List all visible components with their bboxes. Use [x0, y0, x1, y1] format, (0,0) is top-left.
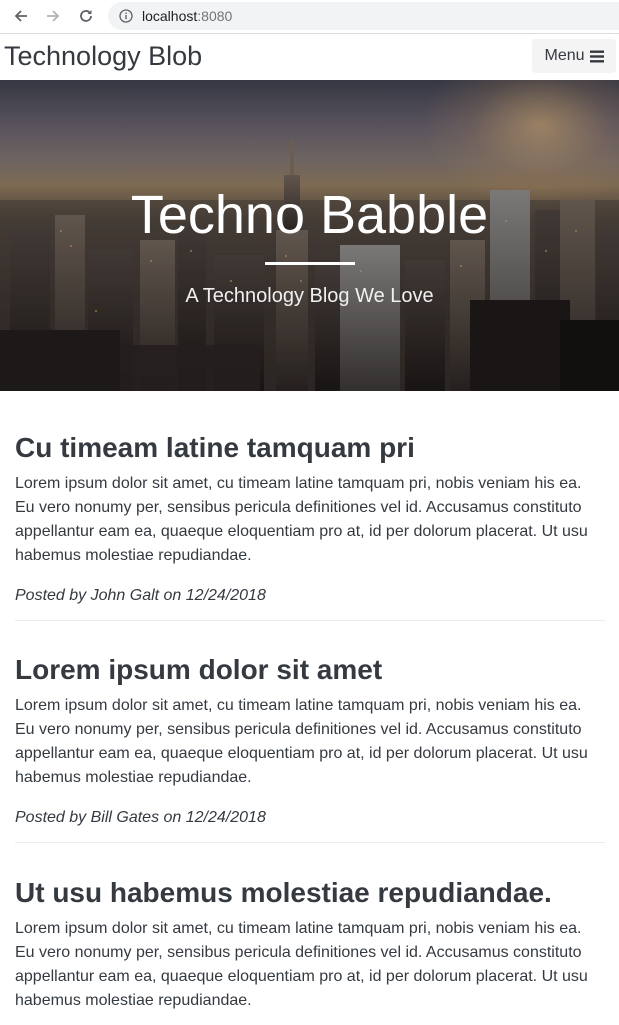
post-title[interactable]: Cu timeam latine tamquam pri — [15, 432, 605, 464]
back-arrow-icon[interactable] — [11, 6, 31, 26]
post-list: Cu timeam latine tamquam pri Lorem ipsum… — [15, 391, 605, 1025]
hamburger-icon — [589, 50, 604, 62]
post-excerpt: Lorem ipsum dolor sit amet, cu timeam la… — [15, 475, 588, 564]
menu-button[interactable]: Menu — [532, 39, 616, 73]
menu-label: Menu — [544, 47, 585, 64]
browser-toolbar: localhost:8080 — [0, 0, 619, 34]
address-bar[interactable]: localhost:8080 — [108, 2, 619, 30]
hero-subtitle: A Technology Blog We Love — [185, 285, 434, 307]
hero-divider — [265, 262, 355, 265]
site-navbar: Technology Blob Menu — [0, 34, 619, 80]
url-text: localhost:8080 — [142, 8, 232, 24]
post-meta: Posted by Bill Gates on 12/24/2018 — [15, 809, 266, 826]
url-host: localhost — [142, 8, 198, 24]
post-preview[interactable]: Ut usu habemus molestiae repudiandae. Lo… — [15, 843, 605, 1025]
post-title[interactable]: Ut usu habemus molestiae repudiandae. — [15, 877, 605, 909]
post-preview[interactable]: Cu timeam latine tamquam pri Lorem ipsum… — [15, 391, 605, 621]
post-preview[interactable]: Lorem ipsum dolor sit amet Lorem ipsum d… — [15, 621, 605, 843]
hero-header: Techno Babble A Technology Blog We Love — [0, 80, 619, 391]
forward-arrow-icon[interactable] — [43, 6, 63, 26]
info-icon[interactable] — [119, 9, 133, 23]
post-title[interactable]: Lorem ipsum dolor sit amet — [15, 654, 605, 686]
post-excerpt: Lorem ipsum dolor sit amet, cu timeam la… — [15, 697, 588, 786]
url-port: :8080 — [197, 8, 233, 24]
hero-title: Techno Babble — [130, 185, 489, 245]
reload-icon[interactable] — [76, 6, 96, 26]
post-excerpt: Lorem ipsum dolor sit amet, cu timeam la… — [15, 920, 588, 1009]
post-meta: Posted by John Galt on 12/24/2018 — [15, 587, 266, 604]
site-brand[interactable]: Technology Blob — [4, 41, 202, 72]
